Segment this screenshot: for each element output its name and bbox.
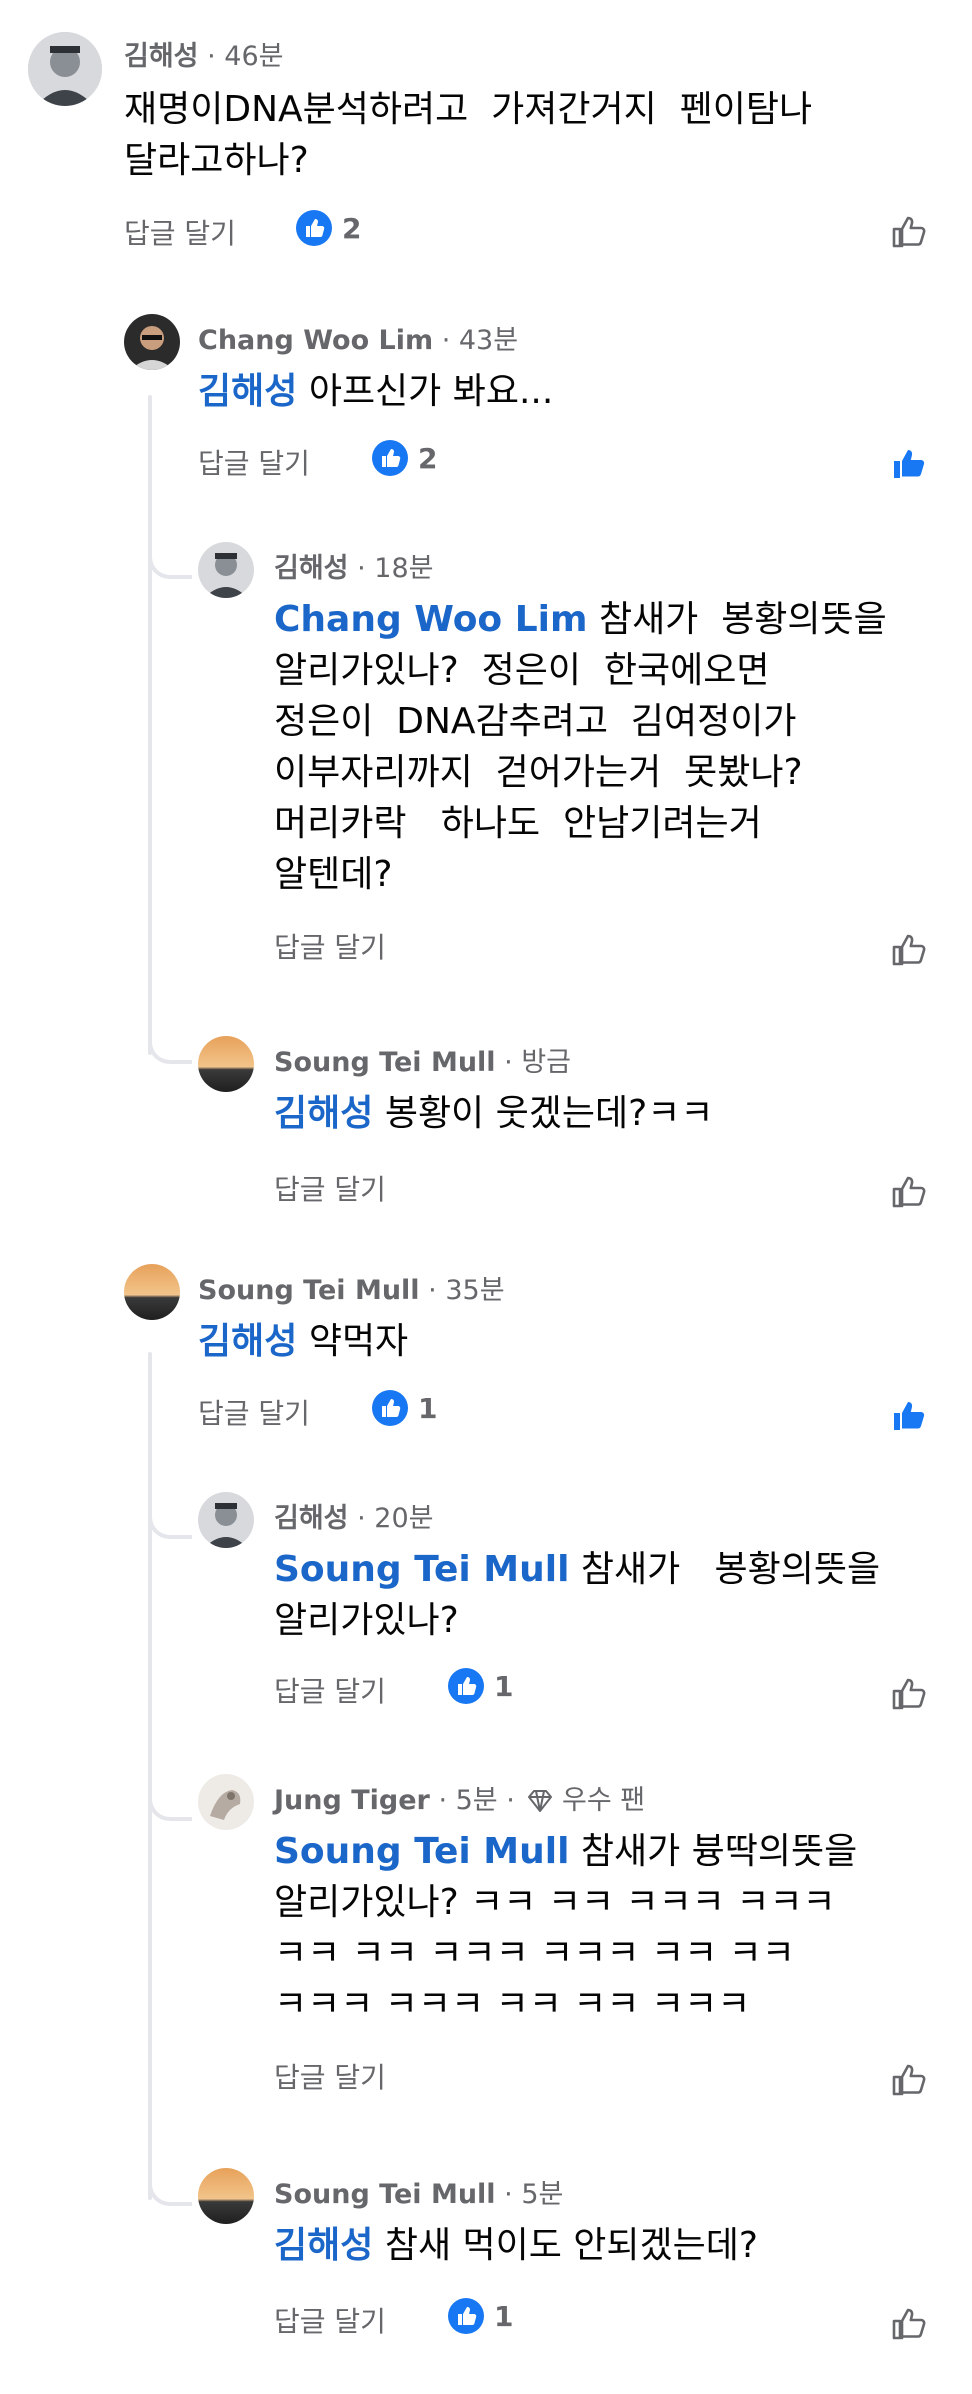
mention-link[interactable]: Soung Tei Mull (274, 1831, 569, 1872)
fan-badge-label: 우수 팬 (561, 1785, 646, 1816)
comment-text: 김해성 봉황이 웃겠는데?ㅋㅋ (274, 1088, 713, 1139)
timestamp: · 35분 (428, 1275, 505, 1306)
avatar[interactable] (124, 1264, 180, 1320)
thumbs-up-outline-icon[interactable] (890, 2304, 928, 2342)
diamond-icon (528, 1790, 553, 1812)
thumbs-up-badge-icon (372, 1390, 408, 1426)
avatar[interactable] (28, 32, 102, 106)
author-name[interactable]: Soung Tei Mull (198, 1275, 420, 1306)
comment-text-content: 참새 먹이도 안되겠는데? (373, 2225, 759, 2266)
author-name[interactable]: 김해성 (124, 41, 199, 72)
reply-button[interactable]: 답글 달기 (274, 926, 386, 966)
comment-8: Soung Tei Mull · 5분 김해성 참새 먹이도 안되겠는데? 답글… (0, 2146, 972, 2394)
reply-button[interactable]: 답글 달기 (274, 2056, 386, 2096)
mention-link[interactable]: Soung Tei Mull (274, 1549, 569, 1590)
comment-meta: 김해성 · 20분 (274, 1496, 434, 1535)
comment-meta: Soung Tei Mull · 방금 (274, 1040, 571, 1079)
thumbs-up-badge-icon (448, 2298, 484, 2334)
like-count-value: 1 (494, 1669, 514, 1703)
avatar[interactable] (198, 2168, 254, 2224)
comment-meta: 김해성 · 18분 (274, 546, 434, 585)
comment-text-content: 봉황이 웃겠는데?ㅋㅋ (373, 1093, 714, 1134)
reply-button[interactable]: 답글 달기 (124, 212, 236, 252)
comment-5: Soung Tei Mull · 35분 김해성 약먹자 답글 달기 1 (0, 1250, 972, 1470)
timestamp: · 5분 · (438, 1785, 515, 1816)
timestamp: · 46분 (207, 41, 284, 72)
like-count: 2 (372, 440, 437, 476)
thumbs-up-badge-icon (296, 210, 332, 246)
like-count: 1 (448, 2298, 513, 2334)
author-name[interactable]: 김해성 (274, 553, 349, 584)
timestamp: · 18분 (357, 553, 434, 584)
comment-text-content: 참새가 봉황의뜻을 알리가있나? 정은이 한국에오면 정은이 DNA감추려고 김… (274, 599, 887, 895)
comment-text: Chang Woo Lim 참새가 봉황의뜻을 알리가있나? 정은이 한국에오면… (274, 594, 887, 900)
avatar[interactable] (198, 1774, 254, 1830)
like-count-value: 2 (342, 211, 362, 245)
thumbs-up-outline-icon[interactable] (890, 930, 928, 968)
mention-link[interactable]: 김해성 (274, 2225, 373, 2266)
avatar[interactable] (124, 314, 180, 370)
reply-button[interactable]: 답글 달기 (274, 1168, 386, 1208)
comment-meta: Soung Tei Mull · 5분 (274, 2172, 563, 2211)
comment-4: Soung Tei Mull · 방금 김해성 봉황이 웃겠는데?ㅋㅋ 답글 달… (0, 1010, 972, 1230)
mention-link[interactable]: Chang Woo Lim (274, 599, 588, 640)
comment-text-content: 아프신가 봐요... (297, 371, 554, 412)
comment-meta: 김해성 · 46분 (124, 34, 284, 73)
comment-meta: Jung Tiger · 5분 · 우수 팬 (274, 1778, 645, 1817)
avatar[interactable] (198, 542, 254, 598)
thumbs-up-badge-icon (372, 440, 408, 476)
author-name[interactable]: 김해성 (274, 1503, 349, 1534)
author-name[interactable]: Chang Woo Lim (198, 325, 433, 356)
author-name[interactable]: Soung Tei Mull (274, 1047, 496, 1078)
timestamp: · 20분 (357, 1503, 434, 1534)
comment-text: 김해성 약먹자 (198, 1316, 408, 1367)
mention-link[interactable]: 김해성 (274, 1093, 373, 1134)
comment-6: 김해성 · 20분 Soung Tei Mull 참새가 봉황의뜻을 알리가있나… (0, 1470, 972, 1740)
mention-link[interactable]: 김해성 (198, 371, 297, 412)
thumbs-up-outline-icon[interactable] (890, 1172, 928, 1210)
author-name[interactable]: Jung Tiger (274, 1785, 430, 1816)
comment-meta: Soung Tei Mull · 35분 (198, 1268, 505, 1307)
comment-text: 재명이DNA분석하려고 가져간거지 펜이탐나 달라고하나? (124, 89, 813, 181)
author-name[interactable]: Soung Tei Mull (274, 2179, 496, 2210)
comment-2: Chang Woo Lim · 43분 김해성 아프신가 봐요... 답글 달기… (0, 300, 972, 520)
comment-meta: Chang Woo Lim · 43분 (198, 318, 518, 357)
thumbs-up-filled-icon[interactable] (890, 1396, 928, 1434)
mention-link[interactable]: 김해성 (198, 1321, 297, 1362)
thumbs-up-filled-icon[interactable] (890, 444, 928, 482)
like-count-value: 1 (494, 2299, 514, 2333)
reply-button[interactable]: 답글 달기 (198, 1392, 310, 1432)
comment-text: 김해성 아프신가 봐요... (198, 366, 553, 417)
timestamp: · 방금 (504, 1047, 572, 1078)
avatar[interactable] (198, 1036, 254, 1092)
thumbs-up-badge-icon (448, 1668, 484, 1704)
like-count-value: 2 (418, 441, 438, 475)
like-count-value: 1 (418, 1391, 438, 1425)
like-count: 1 (372, 1390, 437, 1426)
thumbs-up-outline-icon[interactable] (890, 212, 928, 250)
reply-button[interactable]: 답글 달기 (274, 2300, 386, 2340)
comment-text-content: 약먹자 (297, 1321, 409, 1362)
thumbs-up-outline-icon[interactable] (890, 2060, 928, 2098)
timestamp: · 43분 (441, 325, 519, 356)
avatar[interactable] (198, 1492, 254, 1548)
comment-3: 김해성 · 18분 Chang Woo Lim 참새가 봉황의뜻을 알리가있나?… (0, 520, 972, 980)
comment-text: 김해성 참새 먹이도 안되겠는데? (274, 2220, 758, 2271)
thumbs-up-outline-icon[interactable] (890, 1674, 928, 1712)
reply-button[interactable]: 답글 달기 (198, 442, 310, 482)
reply-button[interactable]: 답글 달기 (274, 1670, 386, 1710)
timestamp: · 5분 (504, 2179, 564, 2210)
comment-7: Jung Tiger · 5분 · 우수 팬 Soung Tei Mull 참새… (0, 1752, 972, 2132)
comment-1: 김해성 · 46분 재명이DNA분석하려고 가져간거지 펜이탐나 달라고하나? … (0, 0, 972, 270)
like-count: 1 (448, 1668, 513, 1704)
comment-text: Soung Tei Mull 참새가 봉황의뜻을 알리가있나? (274, 1544, 880, 1646)
comment-text: Soung Tei Mull 참새가 븅딱의뜻을 알리가있나? ㅋㅋ ㅋㅋ ㅋㅋ… (274, 1826, 857, 2030)
like-count: 2 (296, 210, 361, 246)
